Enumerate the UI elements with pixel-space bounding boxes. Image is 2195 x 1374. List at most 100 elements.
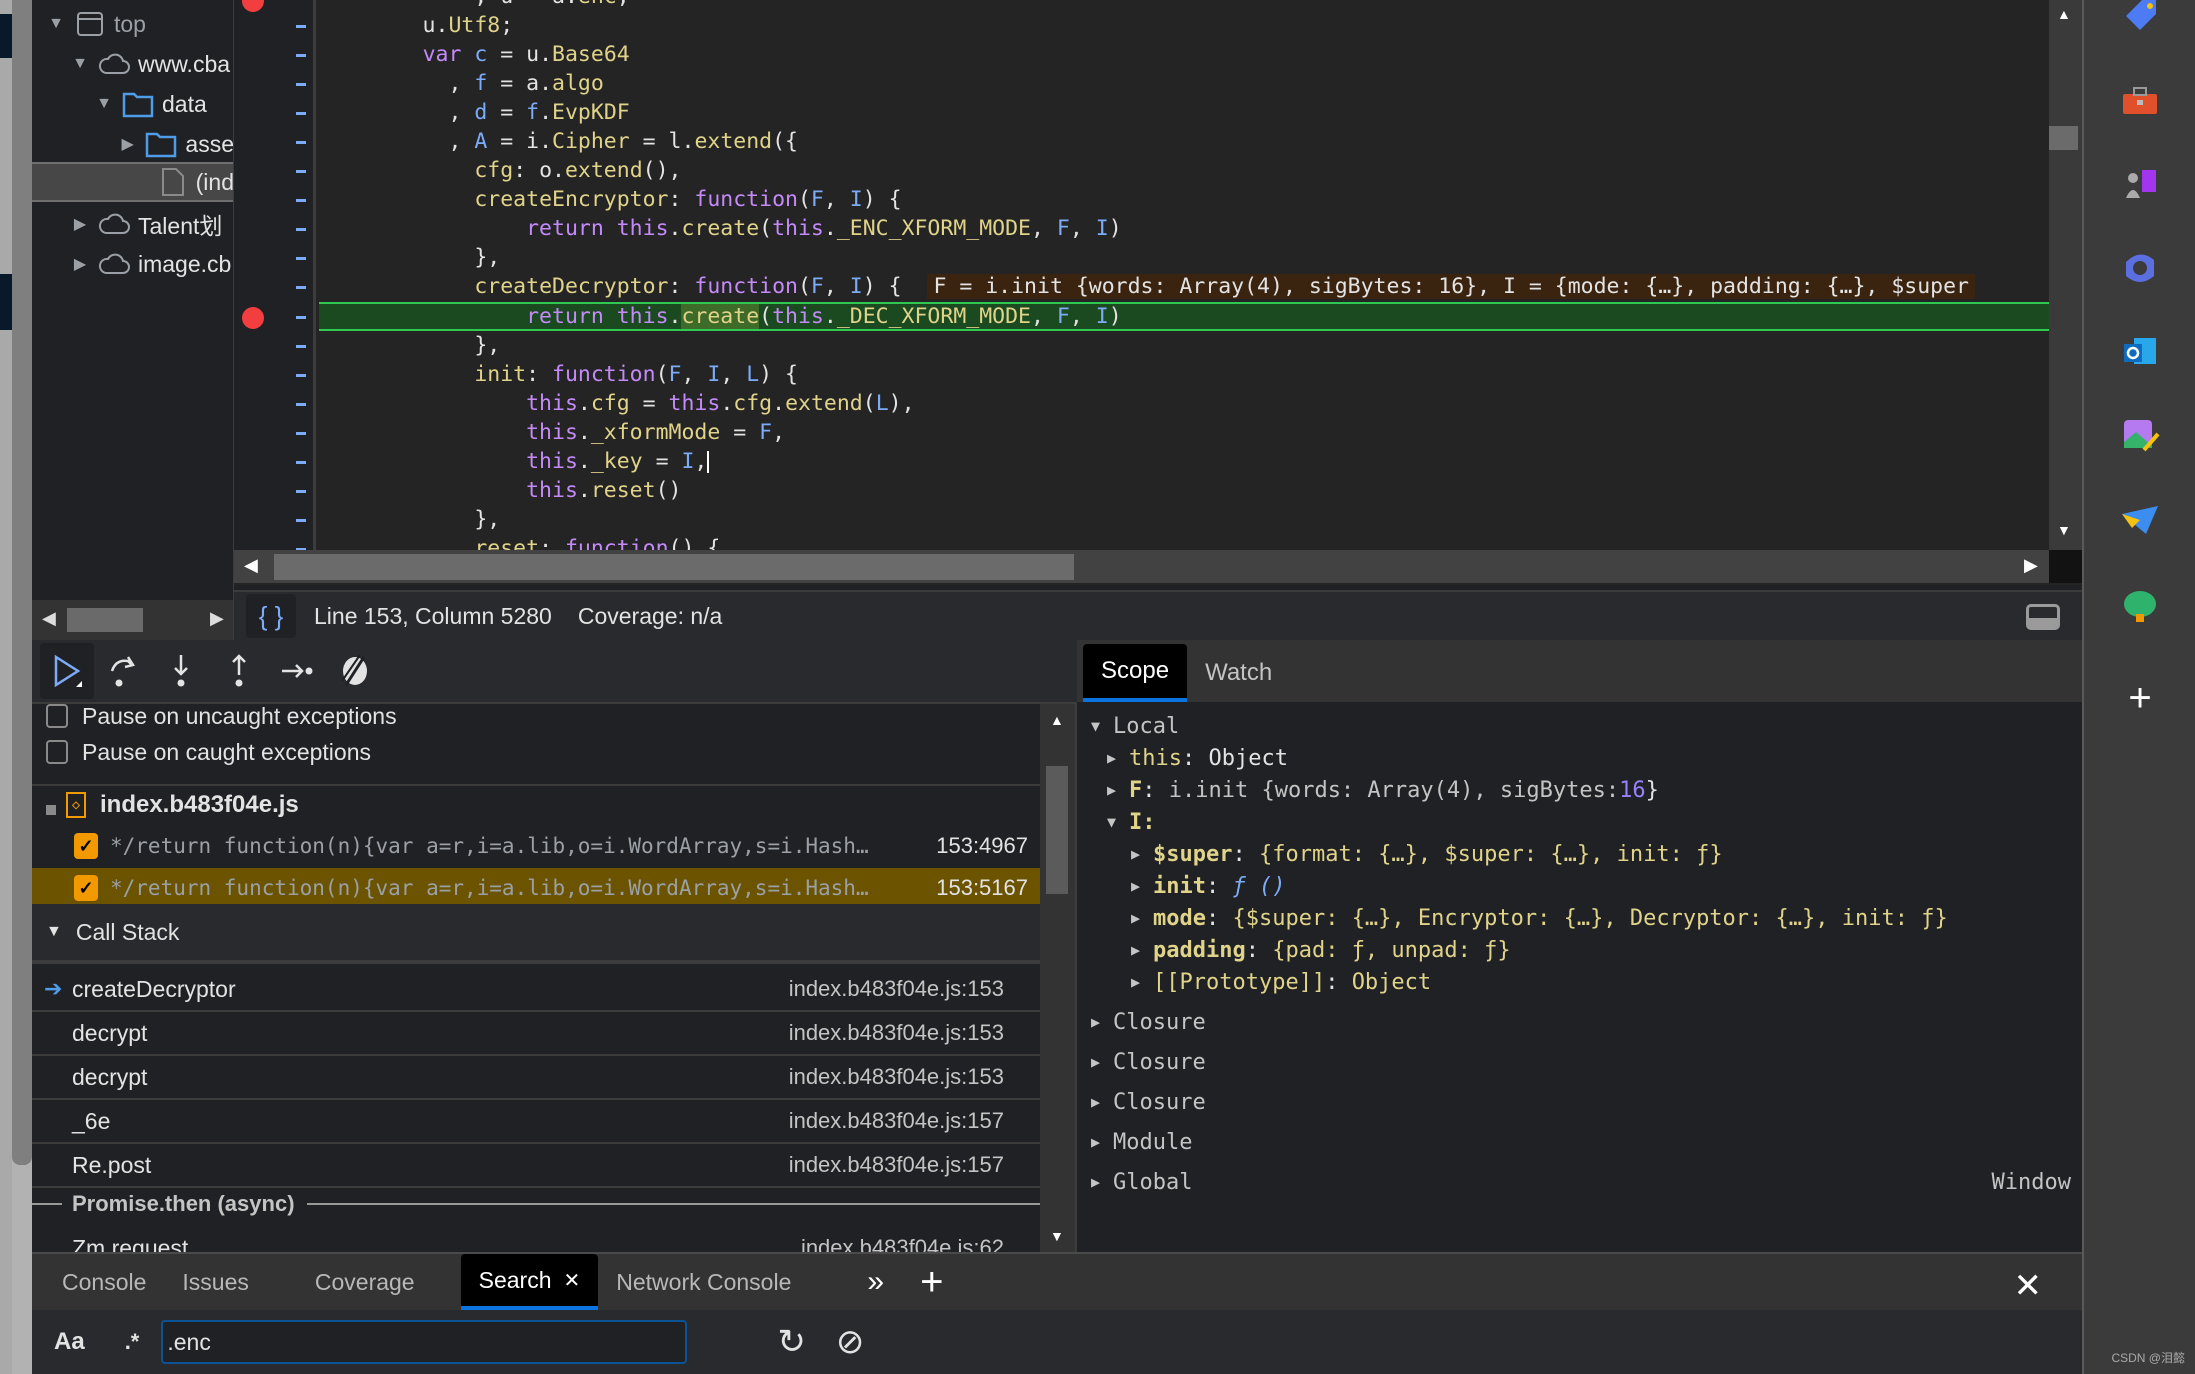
scope-property[interactable]: ▶ $super: {format: {…}, $super: {…}, init…	[1131, 838, 1723, 870]
add-icon[interactable]: +	[2120, 676, 2160, 720]
scrollbar-thumb[interactable]	[1046, 766, 1068, 894]
pause-caught-row[interactable]: Pause on caught exceptions	[32, 734, 1042, 770]
scroll-right-icon[interactable]: ▶	[210, 608, 224, 629]
breakpoint-checkbox[interactable]: ✓	[74, 875, 98, 901]
line-marker[interactable]	[296, 286, 306, 289]
scope-module[interactable]: ▶ Module	[1091, 1126, 2071, 1158]
code-line[interactable]: },	[319, 243, 2049, 272]
call-frame[interactable]: _6e index.b483f04e.js:157	[32, 1100, 1042, 1144]
tab-watch[interactable]: Watch	[1187, 644, 1290, 702]
regex-button[interactable]: .*	[125, 1329, 140, 1355]
code-line[interactable]: , u = a.enc;	[319, 0, 2049, 11]
clear-icon[interactable]: ⊘	[836, 1322, 865, 1362]
line-marker[interactable]	[296, 316, 306, 319]
scrollbar-thumb[interactable]	[274, 554, 1074, 580]
line-marker[interactable]	[296, 490, 306, 493]
more-tabs-icon[interactable]: »	[849, 1254, 902, 1310]
call-frame[interactable]: decrypt index.b483f04e.js:153	[32, 1056, 1042, 1100]
line-marker[interactable]	[296, 112, 306, 115]
search-input[interactable]	[161, 1320, 688, 1364]
line-marker[interactable]	[296, 345, 306, 348]
breakpoint-marker[interactable]	[242, 0, 264, 12]
scope-property[interactable]: ▶ init: ƒ ()	[1131, 870, 1285, 902]
code-line[interactable]: this.reset()	[319, 476, 2049, 505]
code-line[interactable]: createDecryptor: function(F, I) { F = i.…	[319, 272, 2049, 301]
designer-icon[interactable]	[2120, 416, 2160, 456]
scroll-up-icon[interactable]: ▲	[1050, 712, 1064, 728]
scroll-down-icon[interactable]: ▼	[2057, 522, 2071, 538]
source-editor[interactable]: , u = a.enc; u.Utf8; var c = u.Base64 , …	[234, 0, 2082, 585]
pretty-print-button[interactable]: { }	[246, 594, 296, 638]
collapse-triangle-icon[interactable]: ▶	[70, 214, 90, 234]
code-line[interactable]: this._key = I,	[319, 447, 2049, 476]
scope-var-this[interactable]: ▶ this: Object	[1107, 742, 1288, 774]
line-marker[interactable]	[296, 54, 306, 57]
code-line[interactable]: createEncryptor: function(F, I) {	[319, 185, 2049, 214]
scroll-left-icon[interactable]: ◀	[244, 555, 258, 576]
code-line[interactable]: var c = u.Base64	[319, 40, 2049, 69]
line-marker[interactable]	[296, 257, 306, 260]
outlook-icon[interactable]	[2120, 332, 2160, 372]
tree-item-talent[interactable]: ▶ Talent划	[32, 204, 233, 244]
scope-property[interactable]: ▶ mode: {$super: {…}, Encryptor: {…}, Dec…	[1131, 902, 1948, 934]
scope-var-I[interactable]: ▼ I:	[1107, 806, 1156, 838]
scroll-up-icon[interactable]: ▲	[2057, 6, 2071, 22]
scope-closure[interactable]: ▶ Closure	[1091, 1046, 2071, 1078]
call-stack-header[interactable]: ▼ Call Stack	[32, 904, 1042, 964]
editor-horizontal-scrollbar[interactable]: ◀ ▶	[234, 550, 2049, 583]
scope-global[interactable]: ▶ Global Window	[1091, 1166, 2071, 1198]
games-icon[interactable]	[2120, 164, 2160, 204]
navigator-horizontal-scrollbar[interactable]: ◀ ▶	[32, 600, 233, 640]
line-marker[interactable]	[296, 228, 306, 231]
breakpoint-checkbox[interactable]: ✓	[74, 833, 98, 859]
line-marker[interactable]	[296, 141, 306, 144]
scroll-right-icon[interactable]: ▶	[2024, 555, 2038, 576]
code-line[interactable]: , d = f.EvpKDF	[319, 98, 2049, 127]
execution-line[interactable]: return this.create(this._DEC_XFORM_MODE,…	[319, 302, 2049, 331]
step-out-button[interactable]	[210, 643, 268, 699]
expand-triangle-icon[interactable]: ▼	[46, 14, 66, 34]
code-line[interactable]: },	[319, 331, 2049, 360]
code-line[interactable]: this.cfg = this.cfg.extend(L),	[319, 389, 2049, 418]
send-icon[interactable]	[2120, 500, 2160, 540]
tree-item-image[interactable]: ▶ image.cb	[32, 244, 233, 284]
line-gutter[interactable]	[234, 0, 316, 551]
frame-location-link[interactable]: index.b483f04e.js:157	[789, 1108, 1004, 1134]
editor-vertical-scrollbar[interactable]: ▲ ▼	[2049, 0, 2082, 550]
call-frame[interactable]: Re.post index.b483f04e.js:157	[32, 1144, 1042, 1188]
tab-scope[interactable]: Scope	[1083, 644, 1188, 702]
frame-location-link[interactable]: index.b483f04e.js:153	[789, 976, 1004, 1002]
office-icon[interactable]	[2120, 248, 2160, 288]
resume-button[interactable]	[40, 643, 94, 699]
tab-console[interactable]: Console	[44, 1254, 164, 1310]
tab-network-console[interactable]: Network Console	[598, 1254, 809, 1310]
scrollbar-thumb[interactable]	[67, 608, 143, 632]
code-line[interactable]: return this.create(this._ENC_XFORM_MODE,…	[319, 214, 2049, 243]
tab-search[interactable]: Search ✕	[460, 1254, 599, 1310]
breakpoint-file-group[interactable]: ◇ index.b483f04e.js	[32, 784, 1042, 824]
tab-coverage[interactable]: Coverage	[297, 1254, 433, 1310]
collapse-triangle-icon[interactable]: ▶	[70, 254, 90, 274]
line-marker[interactable]	[296, 199, 306, 202]
scope-closure[interactable]: ▶ Closure	[1091, 1006, 2071, 1038]
pause-caught-checkbox[interactable]	[46, 740, 68, 764]
debugger-scrollbar[interactable]: ▲ ▼	[1040, 704, 1075, 1252]
line-marker[interactable]	[296, 461, 306, 464]
code-lines[interactable]: , u = a.enc; u.Utf8; var c = u.Base64 , …	[319, 0, 2049, 561]
breakpoint-marker[interactable]	[242, 307, 264, 329]
step-over-button[interactable]	[94, 643, 152, 699]
line-marker[interactable]	[296, 83, 306, 86]
refresh-icon[interactable]: ↻	[777, 1322, 806, 1362]
scroll-left-icon[interactable]: ◀	[42, 608, 56, 629]
frame-location-link[interactable]: index.b483f04e.js:153	[789, 1020, 1004, 1046]
tree-item-index-file[interactable]: (ind	[32, 162, 233, 202]
call-frame[interactable]: Zm.request index.b483f04e.js:62	[32, 1226, 1042, 1253]
close-drawer-icon[interactable]: ✕	[2014, 1266, 2043, 1306]
code-line[interactable]: this._xformMode = F,	[319, 418, 2049, 447]
scrollbar-thumb[interactable]	[2049, 126, 2078, 150]
toolbox-icon[interactable]	[2120, 82, 2160, 122]
line-marker[interactable]	[296, 170, 306, 173]
scope-closure[interactable]: ▶ Closure	[1091, 1086, 2071, 1118]
tree-item-data[interactable]: ▼ data	[32, 84, 233, 124]
frame-location-link[interactable]: index.b483f04e.js:157	[789, 1152, 1004, 1178]
